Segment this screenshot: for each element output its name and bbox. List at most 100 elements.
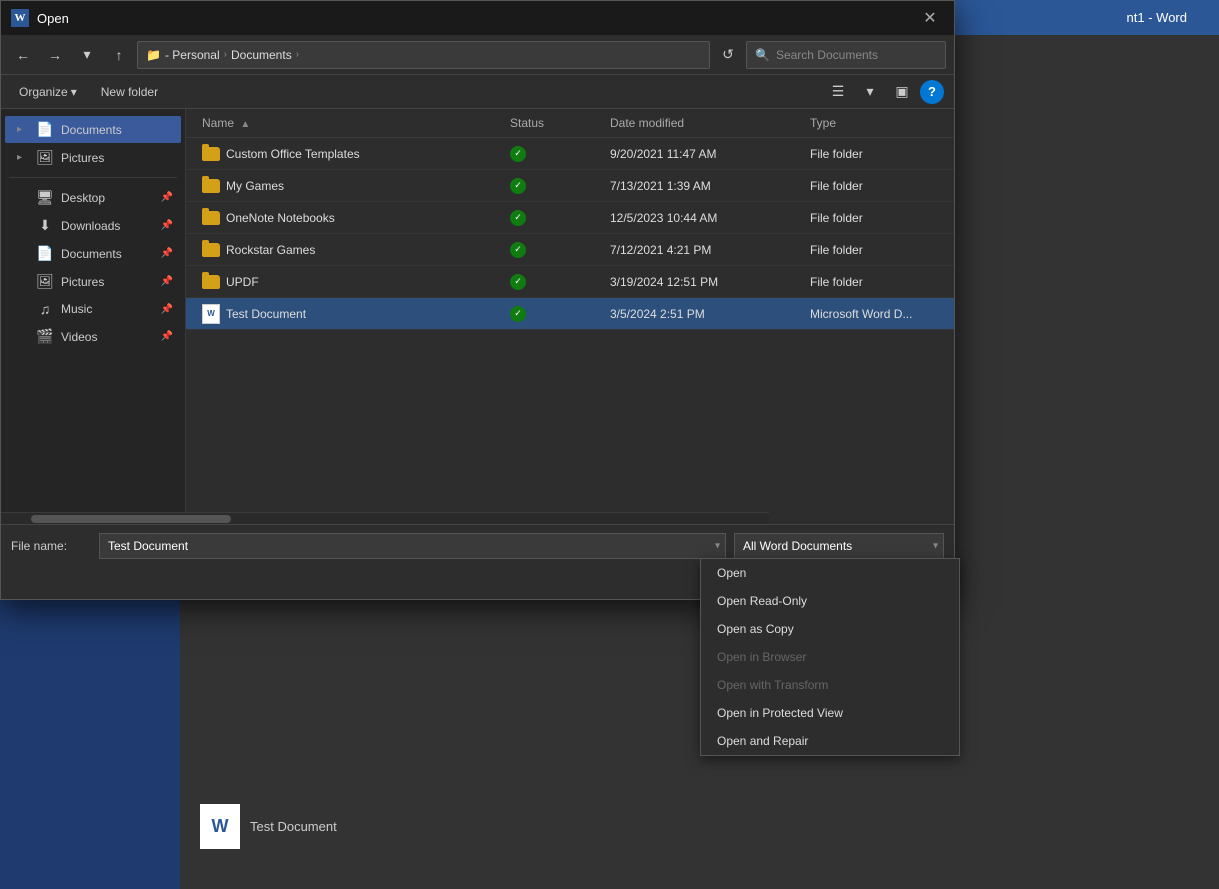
table-row[interactable]: Rockstar Games✓7/12/2021 4:21 PMFile fol… [186, 234, 954, 266]
file-type-cell: File folder [804, 272, 944, 292]
list-view-button[interactable]: ☰ [824, 78, 852, 106]
downloads-pin: 📌 [161, 220, 173, 231]
sidebar-videos-label: Videos [61, 330, 154, 344]
breadcrumb-item-folder: 📁 [146, 48, 161, 62]
file-list: Name ▲ Status Date modified Type Custom … [186, 109, 954, 512]
dialog-title: Open [37, 11, 908, 26]
sidebar-desktop-label: Desktop [61, 191, 154, 205]
word-doc-icon: W [200, 804, 240, 849]
file-name-input[interactable] [99, 533, 726, 559]
sidebar-item-documents-top[interactable]: ▸ 📄 Documents [5, 116, 181, 143]
preview-button[interactable]: ▣ [888, 78, 916, 106]
documents2-icon: 📄 [36, 245, 54, 262]
col-date-header[interactable]: Date modified [604, 113, 804, 133]
expand-arrow-docs: ▸ [17, 124, 29, 135]
file-status-cell: ✓ [504, 239, 604, 261]
file-name-text: My Games [226, 179, 284, 193]
navigation-toolbar: ← → ▾ ↑ 📁 - Personal › Documents › ↺ 🔍 S… [1, 35, 954, 75]
sidebar-pictures-label: Pictures [61, 151, 173, 165]
view-dropdown-button[interactable]: ▾ [856, 78, 884, 106]
dialog-close-button[interactable]: ✕ [916, 4, 944, 32]
folder-icon [202, 275, 220, 289]
col-status-header[interactable]: Status [504, 113, 604, 133]
sidebar-item-documents-pinned[interactable]: 📄 Documents 📌 [5, 240, 181, 267]
dialog-main: ▸ 📄 Documents ▸ 🖼 Pictures 🖥 Desktop 📌 ⬇… [1, 109, 954, 512]
search-icon: 🔍 [755, 48, 770, 62]
toolbar2-right: ☰ ▾ ▣ ? [824, 78, 944, 106]
desktop-icon: 🖥 [36, 189, 54, 206]
sidebar-documents-label: Documents [61, 123, 173, 137]
col-type-header[interactable]: Type [804, 113, 944, 133]
dropdown-menu-item-open-and-repair[interactable]: Open and Repair [701, 727, 959, 755]
open-dropdown-menu: OpenOpen Read-OnlyOpen as CopyOpen in Br… [700, 558, 960, 756]
file-name-cell: Rockstar Games [196, 240, 504, 260]
organize-button[interactable]: Organize ▾ [11, 82, 85, 102]
up-button[interactable]: ↑ [105, 41, 133, 69]
status-icon: ✓ [510, 210, 526, 226]
status-icon: ✓ [510, 178, 526, 194]
breadcrumb[interactable]: 📁 - Personal › Documents › [137, 41, 710, 69]
word-doc-name: Test Document [250, 819, 337, 834]
table-row[interactable]: Custom Office Templates✓9/20/2021 11:47 … [186, 138, 954, 170]
file-date-cell: 3/19/2024 12:51 PM [604, 272, 804, 292]
downloads-icon: ⬇ [36, 217, 54, 234]
scrollbar-thumb [31, 515, 231, 523]
organize-arrow: ▾ [71, 85, 77, 99]
dropdown-menu-item-open-as-copy[interactable]: Open as Copy [701, 615, 959, 643]
file-date-cell: 7/12/2021 4:21 PM [604, 240, 804, 260]
horizontal-scrollbar[interactable] [1, 512, 769, 524]
file-type-cell: File folder [804, 144, 944, 164]
search-bar[interactable]: 🔍 Search Documents [746, 41, 946, 69]
sidebar-item-pictures-top[interactable]: ▸ 🖼 Pictures [5, 144, 181, 171]
folder-icon [202, 179, 220, 193]
table-row[interactable]: My Games ✓ 7/13/2021 1:39 AMFile folder [186, 170, 954, 202]
dropdown-menu-item-open-in-browser: Open in Browser [701, 643, 959, 671]
file-name-cell: OneNote Notebooks [196, 208, 504, 228]
pictures2-icon: 🖼 [36, 273, 54, 290]
sidebar-item-downloads[interactable]: ⬇ Downloads 📌 [5, 212, 181, 239]
organize-label: Organize [19, 85, 68, 99]
file-type-cell: File folder [804, 176, 944, 196]
music-pin: 📌 [161, 304, 173, 315]
table-row[interactable]: UPDF✓3/19/2024 12:51 PMFile folder [186, 266, 954, 298]
table-row[interactable]: OneNote Notebooks✓12/5/2023 10:44 AMFile… [186, 202, 954, 234]
file-date-cell: 12/5/2023 10:44 AM [604, 208, 804, 228]
sidebar-item-videos[interactable]: 🎬 Videos 📌 [5, 323, 181, 350]
folder-icon [202, 147, 220, 161]
file-date-cell: 7/13/2021 1:39 AM [604, 176, 804, 196]
breadcrumb-personal: - Personal [165, 48, 220, 62]
word-icon: W [11, 9, 29, 27]
dialog-titlebar: W Open ✕ [1, 1, 954, 35]
refresh-button[interactable]: ↺ [714, 41, 742, 69]
file-rows-container: Custom Office Templates✓9/20/2021 11:47 … [186, 138, 954, 330]
open-dialog: W Open ✕ ← → ▾ ↑ 📁 - Personal › Document… [0, 0, 955, 600]
dropdown-button[interactable]: ▾ [73, 41, 101, 69]
docs-pin: 📌 [161, 248, 173, 259]
back-button[interactable]: ← [9, 41, 37, 69]
sidebar-item-music[interactable]: ♫ Music 📌 [5, 296, 181, 322]
videos-pin: 📌 [161, 331, 173, 342]
pics-pin: 📌 [161, 276, 173, 287]
dropdown-menu-item-open-read-only[interactable]: Open Read-Only [701, 587, 959, 615]
file-name-wrapper: ▾ [99, 533, 726, 559]
new-folder-button[interactable]: New folder [93, 82, 166, 102]
sidebar-item-pictures-pinned[interactable]: 🖼 Pictures 📌 [5, 268, 181, 295]
col-name-header[interactable]: Name ▲ [196, 113, 504, 133]
forward-button[interactable]: → [41, 41, 69, 69]
file-name-label: File name: [11, 539, 91, 553]
sidebar-item-desktop[interactable]: 🖥 Desktop 📌 [5, 184, 181, 211]
breadcrumb-sep-1: › [224, 49, 227, 60]
sidebar-pictures2-label: Pictures [61, 275, 154, 289]
sidebar-divider [9, 177, 177, 178]
help-button[interactable]: ? [920, 80, 944, 104]
table-row[interactable]: WTest Document✓3/5/2024 2:51 PMMicrosoft… [186, 298, 954, 330]
word-doc-preview: W Test Document [200, 804, 337, 849]
dropdown-menu-item-open-with-transform: Open with Transform [701, 671, 959, 699]
sidebar-music-label: Music [61, 302, 154, 316]
status-icon: ✓ [510, 146, 526, 162]
dropdown-menu-item-open[interactable]: Open [701, 559, 959, 587]
dropdown-menu-item-open-in-protected-view[interactable]: Open in Protected View [701, 699, 959, 727]
expand-arrow-pics: ▸ [17, 152, 29, 163]
file-type-select[interactable]: All Word DocumentsWord DocumentsXML File… [734, 533, 944, 559]
status-icon: ✓ [510, 274, 526, 290]
